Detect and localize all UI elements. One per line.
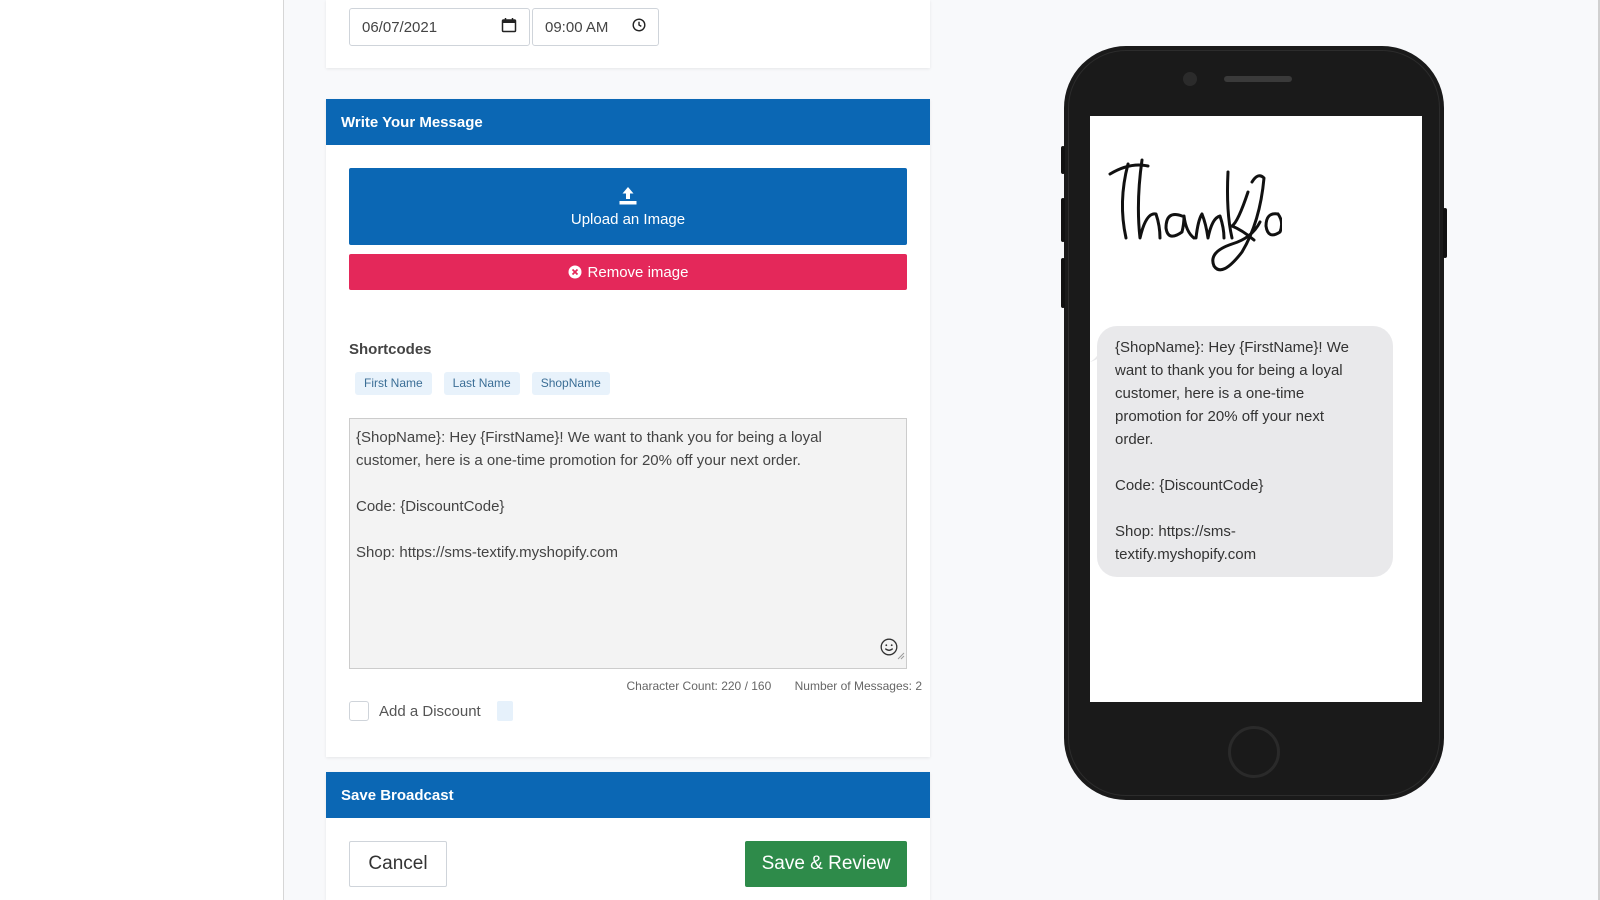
message-counters: Character Count: 220 / 160 Number of Mes…	[326, 679, 923, 693]
resize-handle-icon[interactable]	[897, 644, 905, 667]
shortcode-first-name[interactable]: First Name	[355, 372, 432, 395]
message-line	[356, 518, 900, 541]
bubble-line: textify.myshopify.com	[1115, 546, 1257, 563]
message-section-header: Write Your Message	[326, 99, 930, 145]
thank-you-image	[1108, 158, 1282, 272]
message-line: {ShopName}: Hey {FirstName}! We want to …	[356, 429, 822, 446]
bubble-line	[1115, 497, 1375, 520]
upload-image-button[interactable]: Upload an Image	[349, 168, 907, 245]
discount-tag-placeholder	[496, 701, 513, 721]
phone-power-button	[1443, 208, 1447, 258]
save-section-header: Save Broadcast	[326, 772, 930, 818]
schedule-card: 06/07/2021 09:00 AM	[326, 0, 930, 68]
bubble-line: customer, here is a one-time	[1115, 385, 1305, 402]
remove-image-button[interactable]: Remove image	[349, 254, 907, 290]
bubble-line: Shop: https://sms-	[1115, 523, 1236, 540]
add-discount-row: Add a Discount	[349, 701, 513, 721]
shortcode-last-name[interactable]: Last Name	[443, 372, 520, 395]
message-line: customer, here is a one-time promotion f…	[356, 452, 801, 469]
shortcode-shopname[interactable]: ShopName	[531, 372, 610, 395]
bubble-line: Code: {DiscountCode}	[1115, 477, 1264, 494]
emoji-icon[interactable]	[880, 638, 898, 663]
message-textarea[interactable]: {ShopName}: Hey {FirstName}! We want to …	[349, 418, 907, 669]
phone-volume-up	[1061, 198, 1065, 242]
message-line	[356, 472, 900, 495]
phone-camera	[1183, 72, 1197, 86]
cancel-button[interactable]: Cancel	[349, 841, 447, 887]
shortcode-chips: First Name Last Name ShopName	[355, 372, 610, 395]
add-discount-checkbox[interactable]	[349, 701, 369, 721]
bubble-line	[1115, 451, 1375, 474]
upload-icon	[619, 186, 637, 204]
time-input[interactable]: 09:00 AM	[532, 8, 659, 46]
bubble-line: want to thank you for being a loyal	[1115, 362, 1343, 379]
save-card: Save Broadcast Cancel Save & Review	[326, 772, 930, 900]
number-of-messages: Number of Messages: 2	[794, 679, 922, 693]
add-discount-label[interactable]: Add a Discount	[379, 703, 481, 720]
character-count: Character Count: 220 / 160	[626, 679, 772, 693]
phone-home-button	[1228, 726, 1280, 778]
phone-mute-switch	[1061, 146, 1065, 174]
shortcodes-title: Shortcodes	[349, 341, 432, 358]
bubble-line: promotion for 20% off your next	[1115, 408, 1325, 425]
remove-circle-icon	[568, 265, 582, 279]
upload-image-label: Upload an Image	[570, 210, 686, 228]
phone-volume-down	[1061, 258, 1065, 308]
phone-speaker	[1224, 76, 1292, 82]
left-sidebar	[0, 0, 284, 900]
calendar-icon[interactable]	[501, 17, 517, 37]
clock-icon[interactable]	[632, 18, 646, 36]
sms-preview-bubble: {ShopName}: Hey {FirstName}! We want to …	[1097, 326, 1393, 577]
save-and-review-button[interactable]: Save & Review	[745, 841, 907, 887]
phone-screen: {ShopName}: Hey {FirstName}! We want to …	[1090, 116, 1422, 702]
remove-image-label: Remove image	[587, 263, 689, 281]
message-line: Shop: https://sms-textify.myshopify.com	[356, 544, 619, 561]
bubble-line: order.	[1115, 431, 1154, 448]
message-card: Write Your Message Upload an Image Remov…	[326, 99, 930, 757]
date-input[interactable]: 06/07/2021	[349, 8, 530, 46]
date-value: 06/07/2021	[362, 18, 438, 36]
message-line: Code: {DiscountCode}	[356, 498, 505, 515]
bubble-line: {ShopName}: Hey {FirstName}! We	[1115, 339, 1349, 356]
phone-preview: {ShopName}: Hey {FirstName}! We want to …	[1061, 46, 1447, 800]
time-value: 09:00 AM	[545, 18, 609, 36]
